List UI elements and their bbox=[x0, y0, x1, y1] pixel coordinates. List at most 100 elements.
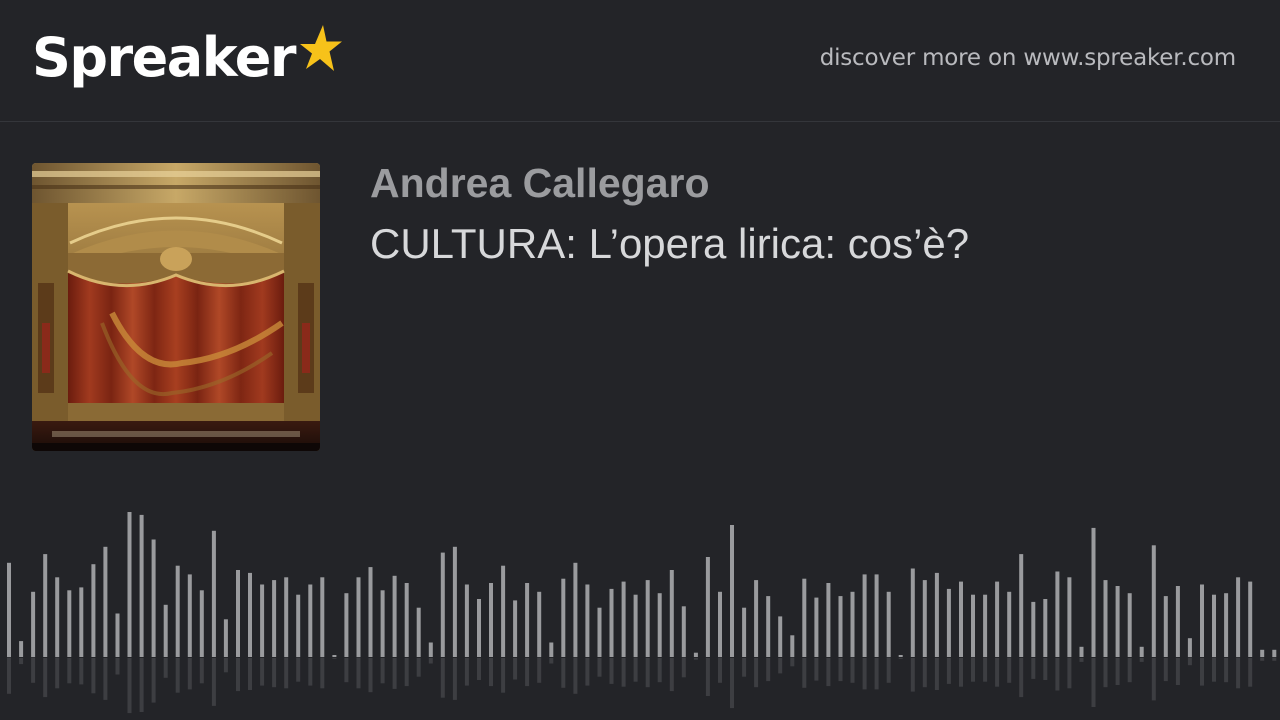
waveform-bar-reflection bbox=[838, 658, 843, 682]
waveform-bar bbox=[43, 554, 48, 657]
discover-more-link[interactable]: discover more on www.spreaker.com bbox=[820, 45, 1237, 71]
waveform-bar bbox=[139, 514, 144, 657]
waveform-bar bbox=[91, 564, 96, 657]
waveform-bar-reflection bbox=[513, 658, 518, 680]
waveform-bar-reflection bbox=[103, 658, 108, 700]
waveform-bar-reflection bbox=[549, 658, 554, 664]
waveform-bar-reflection bbox=[995, 658, 1000, 687]
waveform-bar bbox=[356, 577, 361, 658]
waveform-bar-reflection bbox=[115, 658, 120, 675]
waveform-bar bbox=[1139, 646, 1144, 657]
waveform-bar-reflection bbox=[211, 658, 216, 706]
waveform-bar bbox=[272, 580, 277, 657]
waveform-bar bbox=[802, 578, 807, 657]
waveform-bar bbox=[645, 580, 650, 657]
author-name[interactable]: Andrea Callegaro bbox=[370, 160, 710, 207]
waveform-bar-reflection bbox=[248, 658, 252, 690]
waveform-bar-reflection bbox=[537, 658, 542, 683]
waveform-bar bbox=[7, 562, 11, 658]
waveform-bar-reflection bbox=[464, 658, 469, 686]
waveform-bar bbox=[163, 604, 168, 657]
waveform-bar bbox=[31, 591, 36, 658]
waveform-bar bbox=[1043, 599, 1048, 657]
waveform-bar-reflection bbox=[681, 658, 686, 678]
waveform-bar bbox=[320, 577, 325, 658]
waveform-bar bbox=[1200, 584, 1204, 657]
waveform-bar-reflection bbox=[392, 658, 397, 689]
waveform-bar-reflection bbox=[959, 658, 963, 687]
waveform-bar-reflection bbox=[236, 658, 240, 692]
waveform-bar-reflection bbox=[1212, 658, 1216, 682]
waveform-bar bbox=[597, 607, 602, 657]
waveform-bar bbox=[995, 581, 1000, 657]
waveform-bar bbox=[790, 635, 795, 658]
audio-waveform[interactable] bbox=[0, 500, 1280, 720]
waveform-bar-reflection bbox=[404, 658, 409, 687]
waveform-bar bbox=[501, 565, 506, 657]
waveform-bar bbox=[1079, 646, 1084, 657]
waveform-bar-reflection bbox=[609, 658, 614, 684]
waveform-bar bbox=[718, 591, 722, 658]
waveform-bar-reflection bbox=[826, 658, 831, 687]
waveform-bar bbox=[1103, 580, 1108, 657]
waveform-bar-reflection bbox=[850, 658, 855, 683]
waveform-bar bbox=[1163, 596, 1168, 657]
waveform-bar-reflection bbox=[1175, 658, 1180, 685]
waveform-bar bbox=[1019, 554, 1024, 657]
waveform-bar bbox=[959, 581, 963, 657]
waveform-bar-reflection bbox=[1200, 658, 1204, 686]
waveform-bar-reflection bbox=[320, 658, 325, 689]
waveform-bar bbox=[814, 597, 819, 657]
waveform-bar-reflection bbox=[43, 658, 48, 698]
waveform-bar-reflection bbox=[862, 658, 867, 690]
waveform-bar-reflection bbox=[1115, 658, 1120, 685]
waveform-bar bbox=[874, 574, 879, 657]
waveform-bar bbox=[1187, 638, 1192, 658]
waveform-bar bbox=[910, 568, 915, 657]
waveform-bar bbox=[826, 583, 831, 657]
waveform-bar bbox=[983, 594, 988, 658]
waveform-bar bbox=[248, 572, 252, 657]
waveform-bar bbox=[296, 594, 301, 658]
waveform-bar-reflection bbox=[922, 658, 927, 688]
spreaker-logo[interactable]: Spreaker bbox=[32, 25, 343, 98]
waveform-bar bbox=[609, 588, 614, 657]
waveform-bar bbox=[934, 572, 939, 657]
waveform-bar bbox=[778, 616, 783, 657]
waveform-bar bbox=[1151, 545, 1156, 657]
waveform-bar-reflection bbox=[19, 658, 24, 665]
waveform-bar-reflection bbox=[971, 658, 975, 682]
waveform-bar-reflection bbox=[501, 658, 506, 693]
waveform-bar-reflection bbox=[1236, 658, 1241, 689]
waveform-bar-reflection bbox=[669, 658, 674, 692]
waveform-bar bbox=[332, 655, 337, 657]
waveform-bar bbox=[55, 577, 60, 658]
waveform-bar bbox=[1248, 581, 1253, 657]
waveform-bar bbox=[693, 652, 698, 657]
waveform-bar-reflection bbox=[1187, 658, 1192, 666]
waveform-bar bbox=[1055, 571, 1060, 657]
waveform-bar-reflection bbox=[1043, 658, 1048, 680]
waveform-bar-reflection bbox=[368, 658, 373, 693]
waveform-bar bbox=[621, 581, 626, 657]
waveform-bar bbox=[633, 594, 638, 658]
waveform-bar bbox=[368, 567, 373, 657]
waveform-bar-reflection bbox=[284, 658, 289, 689]
waveform-bar bbox=[1115, 586, 1120, 657]
waveform-bar-reflection bbox=[874, 658, 879, 690]
waveform-bar bbox=[838, 596, 843, 657]
waveform-bar bbox=[464, 584, 469, 657]
waveform-bar-reflection bbox=[1248, 658, 1253, 687]
waveform-bar-reflection bbox=[260, 658, 265, 686]
waveform-bar-reflection bbox=[645, 658, 650, 688]
waveform-bar bbox=[657, 593, 662, 657]
waveform-bar-reflection bbox=[489, 658, 493, 687]
waveform-bar-reflection bbox=[452, 658, 457, 700]
episode-title[interactable]: CULTURA: L’opera lirica: cos’è? bbox=[370, 220, 969, 268]
waveform-bar-reflection bbox=[886, 658, 891, 683]
waveform-bar bbox=[392, 575, 397, 657]
waveform-bar bbox=[561, 578, 566, 657]
waveform-bar bbox=[260, 584, 265, 657]
opera-house-stage-image bbox=[32, 163, 320, 451]
waveform-bar-reflection bbox=[428, 658, 433, 664]
